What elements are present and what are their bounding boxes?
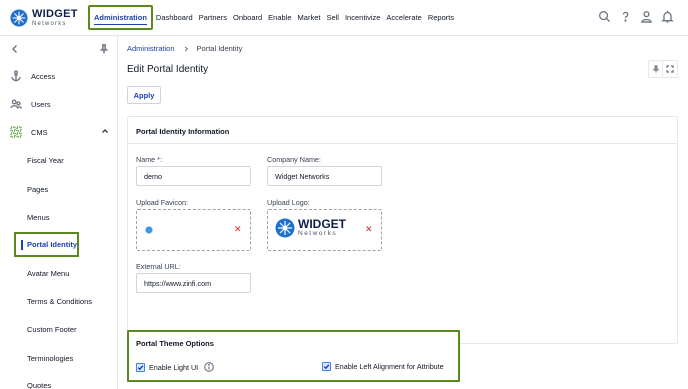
- breadcrumb: Administration Portal Identity: [127, 44, 242, 53]
- user-icon[interactable]: [640, 10, 653, 23]
- help-icon[interactable]: [619, 10, 632, 23]
- cms-icon: [9, 125, 23, 139]
- breadcrumb-current: Portal Identity: [196, 44, 243, 53]
- logo-label: Upload Logo:: [267, 198, 310, 207]
- section-title: Portal Theme Options: [136, 339, 214, 348]
- sidebar-subitem-menus[interactable]: Menus: [27, 213, 50, 222]
- nav-item-market[interactable]: Market: [295, 13, 324, 22]
- window-controls: [648, 60, 678, 78]
- widget-logo-icon: [275, 218, 295, 238]
- users-icon: [9, 97, 23, 111]
- sidebar-subitem-terminologies[interactable]: Terminologies: [27, 354, 73, 363]
- pin-button[interactable]: [649, 61, 663, 77]
- logo-preview-title: WIDGET: [298, 217, 346, 232]
- chevron-right-icon: [184, 46, 188, 51]
- top-icons: [598, 10, 674, 23]
- bell-icon[interactable]: [661, 10, 674, 23]
- page-title: Edit Portal Identity: [127, 64, 209, 75]
- sidebar-header: [0, 36, 117, 62]
- nav-item-enable[interactable]: Enable: [265, 13, 294, 22]
- logo-upload[interactable]: WIDGET Networks ✕: [267, 209, 382, 251]
- sidebar-subitem-quotes[interactable]: Quotes: [27, 381, 51, 389]
- sidebar-item-access[interactable]: Access: [0, 68, 118, 84]
- favicon-label: Upload Favicon:: [136, 198, 188, 207]
- sidebar-item-label: Access: [31, 71, 56, 81]
- sidebar: Access Users CMS Fiscal Year Pages Menus…: [0, 36, 118, 389]
- anchor-icon: [9, 69, 23, 83]
- company-name-label: Company Name:: [267, 155, 321, 164]
- pin-icon: [652, 65, 659, 73]
- divider: [128, 143, 677, 144]
- breadcrumb-parent[interactable]: Administration: [127, 44, 175, 53]
- search-icon[interactable]: [598, 10, 611, 23]
- expand-button[interactable]: [663, 61, 677, 77]
- name-label: Name *:: [136, 155, 162, 164]
- nav-item-onboard[interactable]: Onboard: [230, 13, 265, 22]
- widget-logo-icon: [10, 8, 28, 27]
- nav-item-dashboard[interactable]: Dashboard: [153, 13, 196, 22]
- enable-left-alignment-checkbox[interactable]: Enable Left Alignment for Attribute: [322, 362, 444, 371]
- expand-icon: [666, 65, 674, 73]
- sidebar-subitem-pages[interactable]: Pages: [27, 185, 48, 194]
- external-url-label: External URL:: [136, 262, 181, 271]
- favicon-preview-icon: [145, 226, 153, 234]
- brand-logo[interactable]: WIDGET Networks: [10, 7, 82, 27]
- nav-item-administration[interactable]: Administration: [88, 5, 153, 30]
- nav-item-sell[interactable]: Sell: [323, 13, 342, 22]
- nav-item-partners[interactable]: Partners: [196, 13, 230, 22]
- sidebar-subitem-avatar-menu[interactable]: Avatar Menu: [27, 269, 69, 278]
- sidebar-item-label: CMS: [31, 127, 48, 137]
- sidebar-subitem-fiscal-year[interactable]: Fiscal Year: [27, 156, 64, 165]
- top-bar: WIDGET Networks Administration Dashboard…: [0, 0, 688, 36]
- sidebar-item-users[interactable]: Users: [0, 96, 118, 112]
- checkbox-checked-icon: [322, 362, 331, 371]
- company-name-field[interactable]: [267, 166, 382, 186]
- nav-item-accelerate[interactable]: Accelerate: [383, 13, 424, 22]
- sidebar-item-label: Users: [31, 99, 51, 109]
- nav-item-incentivize[interactable]: Incentivize: [342, 13, 383, 22]
- enable-light-ui-checkbox[interactable]: Enable Light UI: [136, 362, 215, 372]
- sidebar-subitem-portal-identity[interactable]: Portal Identity: [14, 232, 79, 257]
- portal-theme-panel: Portal Theme Options Enable Light UI Ena…: [127, 330, 460, 382]
- main-content: Administration Portal Identity Edit Port…: [119, 36, 688, 389]
- main-nav: Administration Dashboard Partners Onboar…: [88, 5, 457, 30]
- brand-subtitle: Networks: [32, 20, 67, 27]
- active-indicator: [21, 239, 23, 250]
- external-url-field[interactable]: [136, 273, 251, 293]
- name-field[interactable]: [136, 166, 251, 186]
- chevron-left-icon[interactable]: [10, 44, 20, 54]
- apply-button[interactable]: Apply: [127, 86, 161, 104]
- logo-preview-subtitle: Networks: [298, 230, 338, 238]
- sidebar-item-cms[interactable]: CMS: [0, 124, 118, 140]
- section-title: Portal Identity Information: [136, 127, 230, 136]
- favicon-upload[interactable]: ✕: [136, 209, 251, 251]
- sidebar-subitem-terms-conditions[interactable]: Terms & Conditions: [27, 297, 92, 306]
- info-icon[interactable]: [204, 362, 215, 372]
- chevron-up-icon[interactable]: [101, 127, 109, 137]
- sidebar-subitem-custom-footer[interactable]: Custom Footer: [27, 325, 77, 334]
- portal-identity-panel: Portal Identity Information Name *: Comp…: [127, 116, 678, 344]
- brand-title: WIDGET: [32, 7, 78, 20]
- remove-logo-icon[interactable]: ✕: [365, 224, 373, 235]
- checkbox-checked-icon: [136, 362, 145, 372]
- nav-item-reports[interactable]: Reports: [425, 13, 457, 22]
- pin-icon[interactable]: [99, 44, 109, 54]
- remove-favicon-icon[interactable]: ✕: [234, 224, 242, 235]
- uploaded-logo: WIDGET Networks: [275, 218, 346, 238]
